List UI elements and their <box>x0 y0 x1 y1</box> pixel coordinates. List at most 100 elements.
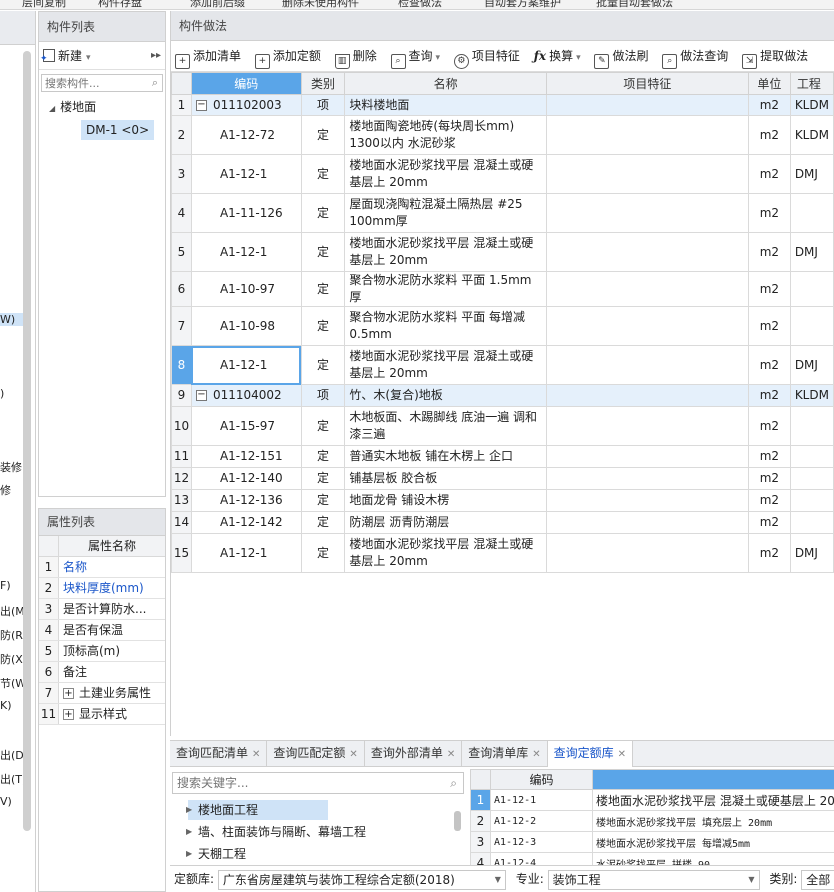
table-row[interactable]: 1 −011102003 项 块料楼地面 m2 KLDM <box>171 94 834 116</box>
property-row[interactable]: 5 顶标高(m) <box>39 641 165 662</box>
add-quota-button[interactable]: + 添加定额 <box>254 41 321 71</box>
left-nav-item[interactable]: K) <box>0 699 12 712</box>
top-toolbar-item[interactable]: 批量自动套做法 <box>596 0 673 9</box>
top-toolbar-item[interactable]: 自动套方案维护 <box>484 0 561 9</box>
col-code[interactable]: 编码 <box>190 72 302 95</box>
quota-col-code[interactable]: 编码 <box>490 769 593 790</box>
tab-external-list[interactable]: 查询外部清单 ✕ <box>365 741 463 766</box>
tab-list-library[interactable]: 查询清单库 ✕ <box>462 741 548 766</box>
property-row[interactable]: 11 + 显示样式 <box>39 704 165 725</box>
close-icon[interactable]: ✕ <box>252 749 260 760</box>
component-list-title: 构件列表 <box>39 12 165 42</box>
trash-icon: ▥ <box>334 54 350 69</box>
col-name[interactable]: 名称 <box>344 72 547 95</box>
table-row[interactable]: 6 A1-10-97 定 聚合物水泥防水浆料 平面 1.5mm厚 m2 <box>171 271 834 307</box>
property-row[interactable]: 2 块料厚度(mm) <box>39 578 165 599</box>
query-icon: ⌕ <box>390 54 406 69</box>
top-toolbar-item[interactable]: 构件存盘 <box>98 0 142 9</box>
table-row[interactable]: 3 A1-12-1 定 楼地面水泥砂浆找平层 混凝土或硬基层上 20mm m2 … <box>171 154 834 194</box>
left-nav-item[interactable]: 出(M <box>0 603 25 619</box>
collapse-minus-icon[interactable]: − <box>195 99 207 111</box>
method-query-button[interactable]: ⌕ 做法查询 <box>662 41 728 71</box>
property-row[interactable]: 4 是否有保温 <box>39 620 165 641</box>
search-icon[interactable]: ⌕ <box>450 776 457 791</box>
top-toolbar-item[interactable]: 添加前后缀 <box>190 0 245 9</box>
keyword-search-input[interactable] <box>173 773 433 793</box>
method-toolbar: + 添加清单 + 添加定额 ▥ 删除 ⌕ 查询 ▾ ⚙ 项目特征 ƒx 换算 ▾ ✎ 做法刷 ⌕ 做… <box>171 41 834 72</box>
feature-icon: ⚙ <box>453 54 469 69</box>
table-row[interactable]: 10 A1-15-97 定 木地板面、木踢脚线 底油一遍 调和漆三遍 m2 <box>171 406 834 446</box>
table-row-selected[interactable]: 8 A1-12-1 定 楼地面水泥砂浆找平层 混凝土或硬基层上 20mm m2 … <box>171 345 834 385</box>
close-icon[interactable]: ✕ <box>532 749 540 760</box>
method-grid-header: 编码 类别 名称 项目特征 单位 工程 <box>171 72 834 95</box>
tree-node-dm1[interactable]: DM-1 <0> <box>81 120 155 140</box>
delete-button[interactable]: ▥ 删除 <box>334 41 377 71</box>
query-button[interactable]: ⌕ 查询 ▾ <box>390 41 440 71</box>
quota-library-select[interactable]: 广东省房屋建筑与装饰工程综合定额(2018) ▼ <box>217 869 506 890</box>
left-nav-item[interactable]: 装修 <box>0 459 22 475</box>
col-expr[interactable]: 工程 <box>789 72 834 95</box>
col-unit[interactable]: 单位 <box>747 72 791 95</box>
close-icon[interactable]: ✕ <box>447 749 455 760</box>
close-icon[interactable]: ✕ <box>349 749 357 760</box>
close-icon[interactable]: ✕ <box>618 749 626 760</box>
table-row[interactable]: 13 A1-12-136 定 地面龙骨 铺设木楞 m2 <box>171 489 834 512</box>
left-nav-scrollbar[interactable] <box>23 51 31 831</box>
selected-code-cell[interactable]: A1-12-1 <box>190 345 302 385</box>
tree-item-ceiling-works[interactable]: ▶ 天棚工程 <box>172 843 464 859</box>
quota-tree-scrollbar[interactable] <box>454 811 461 831</box>
tab-match-quota[interactable]: 查询匹配定额 ✕ <box>267 741 365 766</box>
col-feature[interactable]: 项目特征 <box>545 72 749 95</box>
extract-method-button[interactable]: ⇲ 提取做法 <box>742 41 808 71</box>
major-select[interactable]: 装饰工程 ▼ <box>547 869 760 890</box>
tree-item-wall-works[interactable]: ▶ 墙、柱面装饰与隔断、幕墙工程 <box>172 821 464 843</box>
expand-plus-icon[interactable]: + <box>63 709 74 720</box>
add-list-button[interactable]: + 添加清单 <box>175 41 241 71</box>
convert-button[interactable]: ƒx 换算 ▾ <box>534 41 581 71</box>
table-row[interactable]: 5 A1-12-1 定 楼地面水泥砂浆找平层 混凝土或硬基层上 20mm m2 … <box>171 232 834 272</box>
property-row[interactable]: 3 是否计算防水... <box>39 599 165 620</box>
table-row[interactable]: 12 A1-12-140 定 铺基层板 胶合板 m2 <box>171 467 834 490</box>
tab-quota-library[interactable]: 查询定额库 ✕ <box>547 741 634 767</box>
top-toolbar-item[interactable]: 层间复制 <box>22 0 66 9</box>
tree-item-floor-works[interactable]: ▶ 楼地面工程 <box>172 799 464 821</box>
left-nav-header <box>0 11 35 45</box>
property-row[interactable]: 1 名称 <box>39 557 165 578</box>
table-row[interactable]: 7 A1-10-98 定 聚合物水泥防水浆料 平面 每增减0.5mm m2 <box>171 306 834 346</box>
left-nav-item[interactable]: F) <box>0 579 11 592</box>
category-select[interactable]: 全部 <box>801 869 834 890</box>
left-nav-item[interactable]: ) <box>0 387 4 400</box>
left-nav-item[interactable]: 修 <box>0 482 11 498</box>
expand-triangle-icon[interactable]: ▶ <box>186 799 192 821</box>
new-component-button[interactable]: ✦ 新建 ▾ <box>40 42 91 72</box>
table-row[interactable]: 11 A1-12-151 定 普通实木地板 铺在木楞上 企口 m2 <box>171 445 834 468</box>
property-row[interactable]: 6 备注 <box>39 662 165 683</box>
quota-col-name[interactable] <box>592 769 834 790</box>
table-row[interactable]: 14 A1-12-142 定 防潮层 沥青防潮层 m2 <box>171 511 834 534</box>
table-row[interactable]: 4 A1-11-126 定 屋面现浇陶粒混凝土隔热层 #25 100mm厚 m2 <box>171 193 834 233</box>
expand-triangle-icon[interactable]: ▶ <box>186 843 192 859</box>
more-icon[interactable]: ▸▸ <box>151 42 161 70</box>
component-search-input[interactable] <box>42 75 142 91</box>
expand-triangle-icon[interactable]: ▶ <box>186 821 192 843</box>
search-icon[interactable]: ⌕ <box>152 76 158 90</box>
item-feature-button[interactable]: ⚙ 项目特征 <box>453 41 520 71</box>
table-row[interactable]: 3 A1-12-3 楼地面水泥砂浆找平层 每增减5mm <box>470 831 834 853</box>
property-row[interactable]: 7 + 土建业务属性 <box>39 683 165 704</box>
collapse-minus-icon[interactable]: − <box>195 390 207 401</box>
collapse-triangle-icon[interactable]: ◢ <box>49 104 55 113</box>
tab-match-list[interactable]: 查询匹配清单 ✕ <box>170 741 268 766</box>
table-row[interactable]: 15 A1-12-1 定 楼地面水泥砂浆找平层 混凝土或硬基层上 20mm m2… <box>171 533 834 573</box>
table-row[interactable]: 2 A1-12-72 定 楼地面陶瓷地砖(每块周长mm) 1300以内 水泥砂浆… <box>171 115 834 155</box>
expand-plus-icon[interactable]: + <box>63 688 74 699</box>
left-nav-item[interactable]: V) <box>0 795 12 808</box>
tree-node-floor[interactable]: ◢ 楼地面 <box>39 96 165 118</box>
table-row[interactable]: 2 A1-12-2 楼地面水泥砂浆找平层 填充层上 20mm <box>470 810 834 832</box>
top-toolbar-item[interactable]: 检查做法 <box>398 0 442 9</box>
col-type[interactable]: 类别 <box>300 72 346 95</box>
table-row[interactable]: 9 −011104002 项 竹、木(复合)地板 m2 KLDM <box>171 384 834 407</box>
category-label: 类别: <box>769 872 798 886</box>
top-toolbar-item[interactable]: 删除未使用构件 <box>282 0 359 9</box>
method-brush-button[interactable]: ✎ 做法刷 <box>594 41 648 71</box>
table-row[interactable]: 1 A1-12-1 楼地面水泥砂浆找平层 混凝土或硬基层上 20 <box>470 789 834 811</box>
